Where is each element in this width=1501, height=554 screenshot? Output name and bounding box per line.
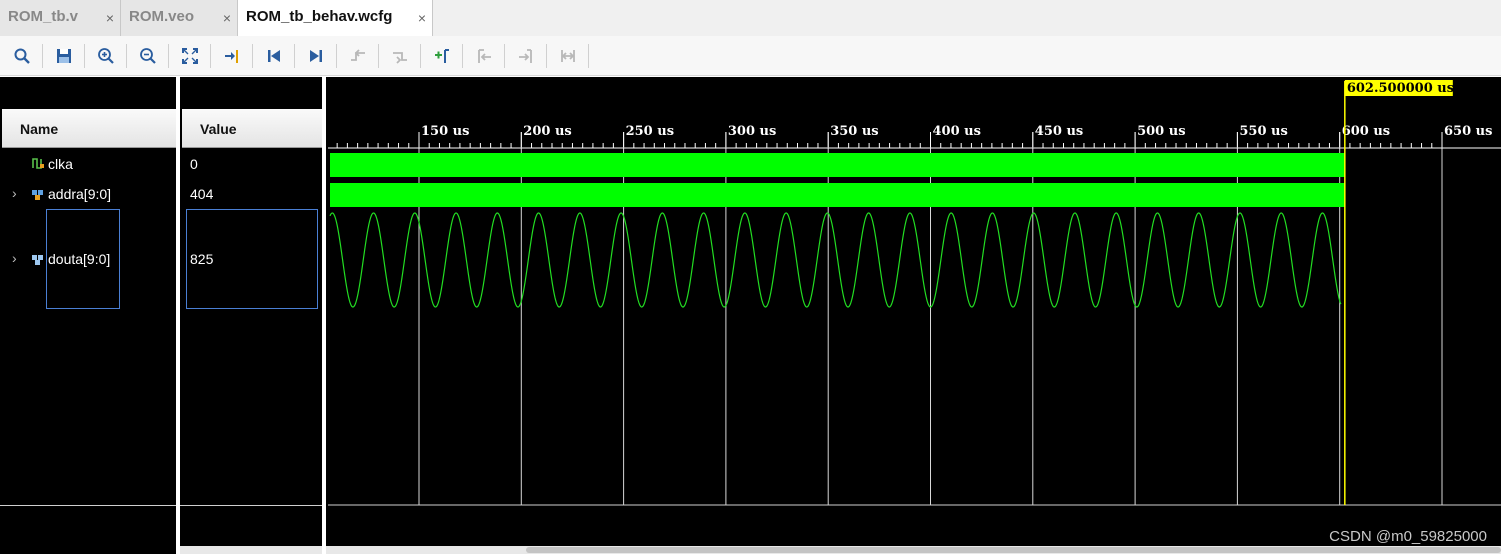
close-icon[interactable]: ×	[418, 10, 426, 26]
close-icon[interactable]: ×	[223, 10, 231, 26]
bus-signal-icon	[32, 190, 43, 200]
waveform-toolbar	[0, 36, 1501, 76]
go-to-cursor-icon[interactable]	[219, 43, 245, 69]
tab-rom-tb-behav-wcfg[interactable]: ROM_tb_behav.wcfg ×	[238, 0, 433, 36]
zoom-out-icon[interactable]	[135, 43, 161, 69]
clock-signal-icon	[32, 158, 44, 169]
value-pane	[180, 77, 322, 554]
tab-rom-veo[interactable]: ROM.veo ×	[121, 0, 238, 36]
zoom-fit-icon[interactable]	[177, 43, 203, 69]
next-transition-icon[interactable]	[387, 43, 413, 69]
tick-label: 600 us	[1342, 124, 1390, 139]
value-selection-box	[186, 209, 318, 309]
scroll-thumb[interactable]	[526, 547, 1501, 553]
tick-label: 550 us	[1239, 124, 1287, 139]
signal-value-addra: 404	[190, 186, 214, 202]
tick-label: 250 us	[626, 124, 674, 139]
tick-label: 200 us	[523, 124, 571, 139]
signal-value-clka: 0	[190, 156, 198, 172]
cursor-time-label: 602.500000 us	[1347, 81, 1454, 96]
go-to-last-time-icon[interactable]	[303, 43, 329, 69]
signal-name: clka	[48, 156, 73, 172]
tick-label: 400 us	[933, 124, 981, 139]
chevron-right-icon[interactable]: ›	[12, 185, 17, 201]
name-column-header[interactable]: Name	[2, 109, 176, 148]
name-header-label: Name	[20, 121, 59, 137]
douta-analog-wave	[329, 212, 1342, 308]
tick-label: 500 us	[1137, 124, 1185, 139]
tab-rom-tb-v[interactable]: ROM_tb.v ×	[0, 0, 121, 36]
name-pane	[0, 77, 176, 554]
value-hscrollbar[interactable]	[180, 546, 322, 554]
tick-label: 150 us	[421, 124, 469, 139]
chevron-right-icon[interactable]: ›	[12, 250, 17, 266]
watermark: CSDN @m0_59825000	[1329, 528, 1487, 545]
clka-wave	[330, 153, 1345, 177]
previous-transition-icon[interactable]	[345, 43, 371, 69]
tab-label: ROM_tb_behav.wcfg	[246, 8, 393, 25]
tab-label: ROM.veo	[129, 8, 195, 25]
go-to-time-0-icon[interactable]	[261, 43, 287, 69]
waveform-pane[interactable]: 150 us 200 us 250 us 300 us 350 us 400 us 450 …	[326, 77, 1501, 554]
value-column-header[interactable]: Value	[182, 109, 322, 148]
tab-label: ROM_tb.v	[8, 8, 79, 25]
add-marker-icon[interactable]	[429, 43, 455, 69]
previous-marker-icon[interactable]	[471, 43, 497, 69]
value-header-label: Value	[200, 121, 237, 137]
addra-wave	[330, 183, 1345, 207]
tick-label: 450 us	[1035, 124, 1083, 139]
close-icon[interactable]: ×	[106, 10, 114, 26]
waveform-canvas[interactable]: 150 us 200 us 250 us 300 us 350 us 400 us 450 …	[326, 77, 1501, 554]
bus-signal-icon	[32, 255, 43, 265]
zoom-in-icon[interactable]	[93, 43, 119, 69]
editor-tab-bar: ROM_tb.v × ROM.veo × ROM_tb_behav.wcfg ×	[0, 0, 1501, 36]
swap-cursors-icon[interactable]	[555, 43, 581, 69]
selection-box	[46, 209, 120, 309]
waveform-hscrollbar[interactable]	[326, 546, 1501, 554]
search-icon[interactable]	[9, 43, 35, 69]
save-icon[interactable]	[51, 43, 77, 69]
tick-label: 650 us	[1444, 124, 1492, 139]
signal-name: addra[9:0]	[48, 186, 112, 202]
next-marker-icon[interactable]	[513, 43, 539, 69]
tick-label: 300 us	[728, 124, 776, 139]
tick-label: 350 us	[830, 124, 878, 139]
